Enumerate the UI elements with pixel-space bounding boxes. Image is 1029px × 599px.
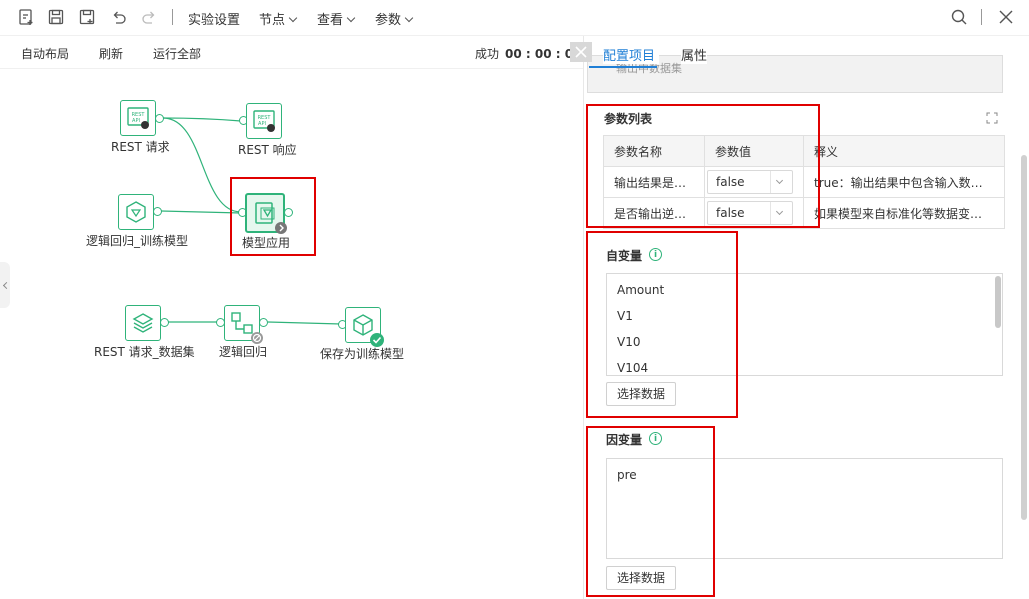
collapse-arrows-icon <box>575 46 587 58</box>
node-label: REST 响应 <box>238 143 297 157</box>
chevron-left-icon <box>2 281 10 289</box>
column-header: 释义 <box>803 135 1005 167</box>
close-icon[interactable] <box>995 6 1017 28</box>
dependent-var-title: 因变量 <box>606 433 643 447</box>
independent-vars-title: 自变量 <box>606 249 643 263</box>
node-label: 保存为训练模型 <box>320 347 405 361</box>
model-gem-icon <box>126 201 146 223</box>
node-label: 模型应用 <box>242 236 291 250</box>
select-data-button-independent[interactable]: 选择数据 <box>606 382 677 406</box>
param-name: 是否输出逆变换 <box>603 197 705 229</box>
output-port[interactable] <box>155 114 164 123</box>
panel-scrollbar[interactable] <box>1021 155 1027 520</box>
params-title: 参数列表 <box>604 112 653 126</box>
param-value: false <box>716 175 745 189</box>
param-name: 输出结果是否... <box>603 166 705 198</box>
tab-properties[interactable]: 属性 <box>681 45 708 64</box>
search-icon[interactable] <box>948 6 970 28</box>
param-value-select[interactable]: false <box>707 170 793 194</box>
output-port[interactable] <box>160 318 169 327</box>
rest-api-icon: RESTAPI <box>127 107 149 129</box>
node-rest-response[interactable]: REST API <box>246 103 282 139</box>
edge <box>162 117 242 213</box>
node-label: 逻辑回归 <box>219 345 268 359</box>
table-row: 输出结果是否... false true：输出结果中包含输入数据及... <box>603 166 1005 198</box>
params-table: 参数名称 参数值 释义 输出结果是否... false true：输出结果中包含… <box>603 135 1005 229</box>
node-rest-request[interactable]: REST API <box>120 100 156 136</box>
node-logistic-trained-model[interactable] <box>118 194 154 230</box>
list-item[interactable]: V1 <box>607 303 1002 329</box>
node-label: 逻辑回归_训练模型 <box>86 234 189 248</box>
tab-config[interactable]: 配置项目 <box>603 45 660 64</box>
toolbar-divider <box>981 9 982 25</box>
chevron-down-icon <box>770 202 788 224</box>
rest-api-icon: RESTAPI <box>253 110 275 132</box>
param-value-cell: false <box>704 166 804 198</box>
list-item[interactable]: Amount <box>607 277 1002 303</box>
active-tab-indicator <box>589 66 657 68</box>
list-item[interactable]: V10 <box>607 329 1002 355</box>
table-header-row: 参数名称 参数值 释义 <box>603 135 1005 167</box>
param-value-cell: false <box>704 197 804 229</box>
column-header: 参数名称 <box>603 135 705 167</box>
table-row: 是否输出逆变换 false 如果模型来自标准化等数据变换操... <box>603 197 1005 229</box>
panel-collapse-button[interactable] <box>570 42 592 62</box>
column-header: 参数值 <box>704 135 804 167</box>
select-data-button-dependent[interactable]: 选择数据 <box>606 566 677 590</box>
canvas-edges <box>160 117 342 325</box>
info-icon[interactable]: i <box>649 248 662 261</box>
output-port[interactable] <box>153 207 162 216</box>
list-item[interactable]: pre <box>607 462 1002 488</box>
output-port[interactable] <box>284 208 293 217</box>
info-icon[interactable]: i <box>649 432 662 445</box>
left-panel-toggle[interactable] <box>0 262 10 308</box>
node-label: REST 请求_数据集 <box>94 345 195 359</box>
param-description: true：输出结果中包含输入数据及... <box>803 166 1005 198</box>
fullscreen-icon[interactable] <box>986 112 998 127</box>
output-port[interactable] <box>259 318 268 327</box>
node-rest-dataset[interactable] <box>125 305 161 341</box>
svg-text:API: API <box>258 121 266 127</box>
param-value-select[interactable]: false <box>707 201 793 225</box>
dependent-var-list[interactable]: pre <box>606 458 1003 559</box>
node-label: REST 请求 <box>111 140 170 154</box>
param-value: false <box>716 206 745 220</box>
list-item[interactable]: V104 <box>607 355 1002 375</box>
edge <box>267 321 342 325</box>
chevron-down-icon <box>770 171 788 193</box>
independent-vars-list[interactable]: Amount V1 V10 V104 <box>606 273 1003 376</box>
layers-icon <box>132 313 154 333</box>
list-scrollbar[interactable] <box>995 276 1001 328</box>
param-description: 如果模型来自标准化等数据变换操... <box>803 197 1005 229</box>
edge <box>160 210 242 214</box>
svg-text:API: API <box>132 118 140 124</box>
play-icon <box>275 222 287 234</box>
